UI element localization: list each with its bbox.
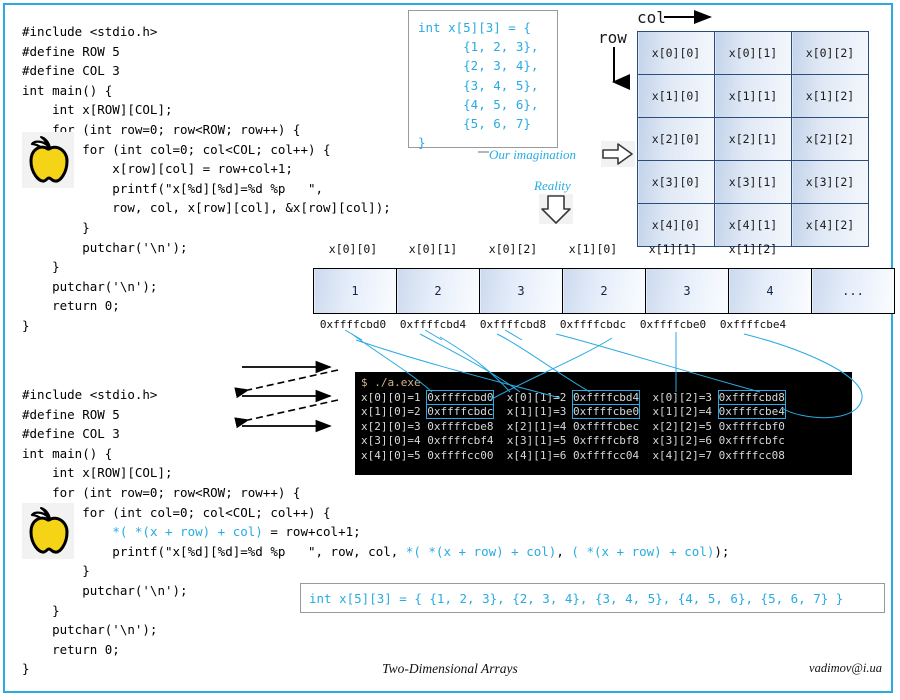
conceptual-2d-grid: x[0][0] x[0][1] x[0][2] x[1][0] x[1][1] x[1][… bbox=[637, 31, 869, 247]
grid-cell: x[3][2] bbox=[791, 160, 869, 204]
grid-cell: x[2][1] bbox=[714, 117, 792, 161]
memory-cell: ... bbox=[811, 268, 895, 314]
memory-cell: 1 bbox=[313, 268, 397, 314]
memory-address-label: 0xffffcbd8 bbox=[479, 318, 547, 331]
memory-address-label: 0xffffcbe4 bbox=[719, 318, 787, 331]
memory-cell-label: x[1][0] bbox=[568, 242, 618, 256]
code-line: for (int col=0; col<COL; col++) { bbox=[22, 504, 331, 520]
memory-cell: 3 bbox=[645, 268, 729, 314]
grid-cell: x[1][2] bbox=[791, 74, 869, 118]
code-line: #define ROW 5 bbox=[22, 43, 120, 59]
flat-initializer-code: int x[5][3] = { {1, 2, 3}, {2, 3, 4}, {3… bbox=[309, 590, 844, 606]
grid-cell: x[0][1] bbox=[714, 31, 792, 75]
code-line: #define COL 3 bbox=[22, 426, 120, 442]
memory-address-label: 0xffffcbd0 bbox=[319, 318, 387, 331]
apple-icon bbox=[22, 503, 74, 559]
grid-cell: x[4][2] bbox=[791, 203, 869, 247]
memory-cell: 2 bbox=[562, 268, 646, 314]
array-initializer-box: int x[5][3] = { {1, 2, 3}, {2, 3, 4}, {3… bbox=[408, 10, 558, 150]
grid-cell: x[1][1] bbox=[714, 74, 792, 118]
flat-initializer-box: int x[5][3] = { {1, 2, 3}, {2, 3, 4}, {3… bbox=[300, 583, 885, 613]
memory-cell-label: x[1][2] bbox=[728, 242, 778, 256]
grid-cell: x[2][2] bbox=[791, 117, 869, 161]
row-axis-label: row bbox=[598, 28, 627, 47]
memory-cell: 2 bbox=[396, 268, 480, 314]
code-line: putchar('\n'); bbox=[22, 622, 158, 638]
grid-cell: x[2][0] bbox=[637, 117, 715, 161]
reality-label: Reality bbox=[534, 178, 571, 193]
grid-row: x[3][0] x[3][1] x[3][2] bbox=[637, 160, 869, 204]
memory-address-label: 0xffffcbd4 bbox=[399, 318, 467, 331]
memory-address-label: 0xffffcbe0 bbox=[639, 318, 707, 331]
code-line: *( *(x + row) + col) = row+col+1; bbox=[112, 524, 361, 540]
block-arrow-down-icon bbox=[539, 194, 573, 224]
grid-cell: x[4][0] bbox=[637, 203, 715, 247]
grid-cell: x[4][1] bbox=[714, 203, 792, 247]
code-line: } bbox=[22, 219, 90, 235]
code-line: #define COL 3 bbox=[22, 63, 120, 79]
code-line: int x[ROW][COL]; bbox=[22, 102, 173, 118]
memory-linear-array: 1 2 3 2 3 4... bbox=[313, 268, 895, 314]
grid-row: x[1][0] x[1][1] x[1][2] bbox=[637, 74, 869, 118]
memory-cell-label: x[0][0] bbox=[328, 242, 378, 256]
memory-cell: 4 bbox=[728, 268, 812, 314]
code-line: int main() { bbox=[22, 82, 113, 98]
code-line: int main() { bbox=[22, 445, 113, 461]
code-line: printf("x[%d][%d]=%d %p ", row, col, *( … bbox=[22, 543, 730, 559]
code-line: int x[ROW][COL]; bbox=[22, 465, 173, 481]
code-line: #include <stdio.h> bbox=[22, 24, 158, 39]
grid-cell: x[0][0] bbox=[637, 31, 715, 75]
author-email: vadimov@i.ua bbox=[809, 661, 882, 675]
code-line: printf("x[%d][%d]=%d %p ", bbox=[22, 180, 324, 196]
col-axis-label: col bbox=[637, 8, 666, 27]
slide-root: #include <stdio.h> #define ROW 5 #define C… bbox=[0, 0, 900, 700]
memory-cell-label: x[0][2] bbox=[488, 242, 538, 256]
grid-row: x[4][0] x[4][1] x[4][2] bbox=[637, 203, 869, 247]
code-line: } bbox=[22, 563, 90, 579]
grid-cell: x[3][1] bbox=[714, 160, 792, 204]
array-initializer-code: int x[5][3] = { {1, 2, 3}, {2, 3, 4}, {3… bbox=[418, 20, 539, 151]
grid-cell: x[3][0] bbox=[637, 160, 715, 204]
bottom-code-sample: #include <stdio.h> #define ROW 5 #define C… bbox=[22, 385, 729, 679]
code-line: x[row][col] = row+col+1; bbox=[22, 161, 293, 177]
memory-cell: 3 bbox=[479, 268, 563, 314]
code-line: #include <stdio.h> bbox=[22, 387, 158, 402]
code-line: for (int row=0; row<ROW; row++) { bbox=[22, 121, 301, 137]
code-line: for (int col=0; col<COL; col++) { bbox=[22, 141, 331, 157]
imagination-label: Our imagination bbox=[489, 147, 577, 162]
memory-address-label: 0xffffcbdc bbox=[559, 318, 627, 331]
grid-row: x[0][0] x[0][1] x[0][2] bbox=[637, 31, 869, 75]
apple-icon bbox=[22, 132, 74, 188]
memory-cell-label: x[0][1] bbox=[408, 242, 458, 256]
code-line: #define ROW 5 bbox=[22, 406, 120, 422]
grid-cell: x[0][2] bbox=[791, 31, 869, 75]
grid-row: x[2][0] x[2][1] x[2][2] bbox=[637, 117, 869, 161]
slide-title: Two-Dimensional Arrays bbox=[382, 661, 518, 676]
code-line: row, col, x[row][col], &x[row][col]); bbox=[22, 200, 391, 216]
memory-cell-label: x[1][1] bbox=[648, 242, 698, 256]
code-line: return 0; bbox=[22, 641, 120, 657]
grid-cell: x[1][0] bbox=[637, 74, 715, 118]
code-line: for (int row=0; row<ROW; row++) { bbox=[22, 484, 301, 500]
